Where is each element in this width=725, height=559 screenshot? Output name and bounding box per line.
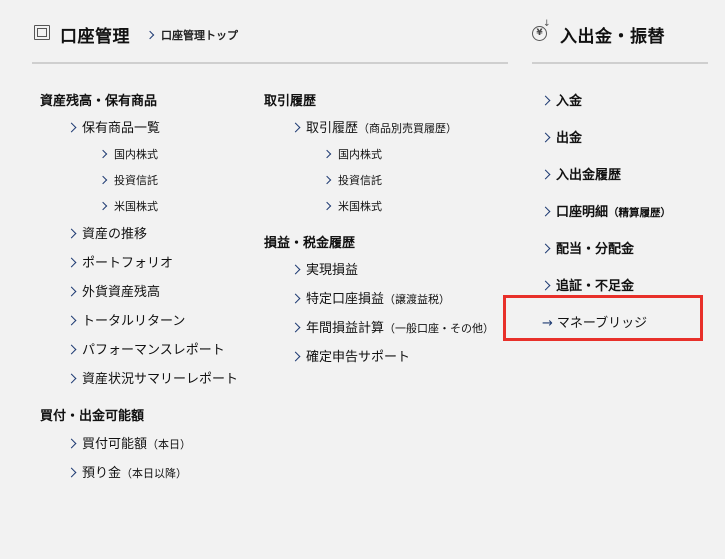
trade-history-section-heading: 取引履歴 [264, 94, 317, 109]
deposit-balance-link[interactable]: 預り金（本日以降） [66, 462, 187, 481]
annual-pl-link[interactable]: 年間損益計算（一般口座・その他） [290, 317, 494, 336]
down-arrow-icon: ↓ [543, 19, 551, 29]
holdings-investment-trusts-link[interactable]: 投資信託 [98, 172, 158, 188]
margin-call-link[interactable]: 追証・不足金 [540, 275, 634, 294]
assets-section-heading: 資産残高・保有商品 [40, 94, 158, 109]
holdings-us-stocks-link[interactable]: 米国株式 [98, 198, 158, 214]
breadcrumb-top-link[interactable]: 口座管理トップ [145, 27, 238, 43]
account-statement-link[interactable]: 口座明細（精算履歴） [540, 201, 671, 220]
total-return-link[interactable]: トータルリターン [66, 310, 185, 329]
performance-report-link[interactable]: パフォーマンスレポート [66, 339, 225, 358]
buying-power-link[interactable]: 買付可能額（本日） [66, 433, 191, 452]
history-domestic-stocks-link[interactable]: 国内株式 [322, 146, 382, 162]
buy-section-heading: 買付・出金可能額 [40, 409, 145, 424]
holdings-list-link[interactable]: 保有商品一覧 [66, 117, 160, 136]
deposit-transfer-header: ¥ ↓ 入出金・振替 [532, 19, 708, 64]
tax-return-support-link[interactable]: 確定申告サポート [290, 346, 410, 365]
safe-icon [34, 25, 50, 40]
fx-assets-link[interactable]: 外貨資産残高 [66, 281, 160, 300]
deposit-transfer-title: 入出金・振替 [560, 27, 665, 47]
asset-trend-link[interactable]: 資産の推移 [66, 223, 147, 242]
pl-tax-section-heading: 損益・税金履歴 [264, 236, 356, 251]
history-us-stocks-link[interactable]: 米国株式 [322, 198, 382, 214]
asset-summary-report-link[interactable]: 資産状況サマリーレポート [66, 368, 238, 387]
deposit-history-link[interactable]: 入出金履歴 [540, 164, 621, 183]
account-management-header: 口座管理 口座管理トップ [32, 22, 508, 64]
deposit-link[interactable]: 入金 [540, 90, 582, 109]
arrow-right-icon: → [542, 316, 553, 331]
money-bridge-link[interactable]: → マネーブリッジ [542, 312, 647, 331]
withdraw-link[interactable]: 出金 [540, 127, 582, 146]
dividends-link[interactable]: 配当・分配金 [540, 238, 634, 257]
history-investment-trusts-link[interactable]: 投資信託 [322, 172, 382, 188]
page-title: 口座管理 [60, 27, 130, 47]
trade-history-link[interactable]: 取引履歴（商品別売買履歴） [290, 117, 457, 136]
realized-pl-link[interactable]: 実現損益 [290, 259, 358, 278]
portfolio-link[interactable]: ポートフォリオ [66, 252, 173, 271]
holdings-domestic-stocks-link[interactable]: 国内株式 [98, 146, 158, 162]
specific-account-pl-link[interactable]: 特定口座損益（譲渡益税） [290, 288, 450, 307]
